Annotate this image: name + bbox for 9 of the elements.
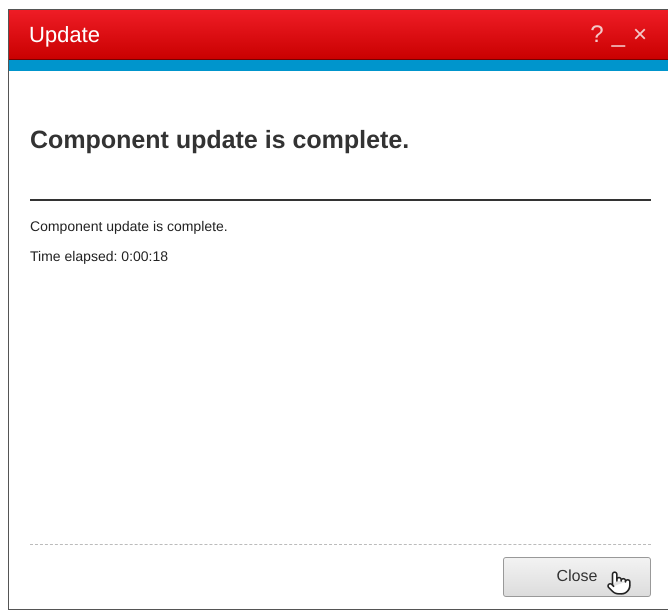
- window-title: Update: [29, 22, 100, 48]
- window-control-button[interactable]: ?: [590, 22, 604, 46]
- window-control-button[interactable]: _: [612, 22, 625, 46]
- message-text: Component update is complete.: [30, 218, 229, 234]
- close-button[interactable]: Close: [503, 557, 651, 597]
- window-control-button[interactable]: ×: [632, 22, 647, 46]
- heading: Component update is complete.: [30, 126, 410, 155]
- hand-pointer-icon: [606, 570, 632, 596]
- message-text: Time elapsed: 0:00:18: [30, 248, 170, 264]
